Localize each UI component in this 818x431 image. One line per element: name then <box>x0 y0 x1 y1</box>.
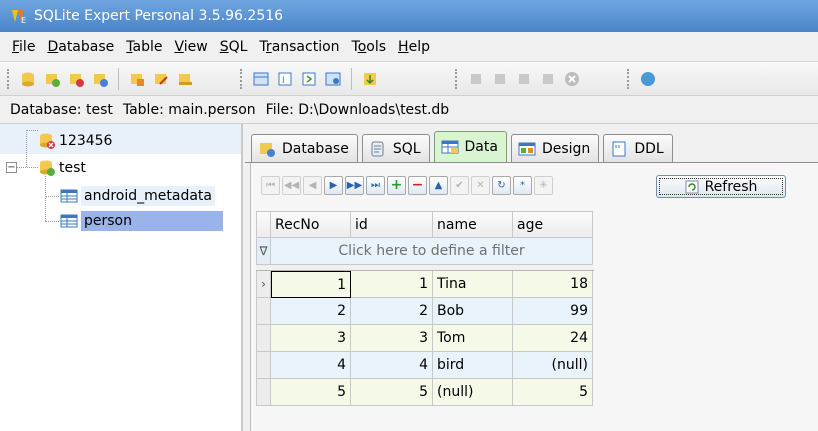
column-header-recno[interactable]: RecNo <box>271 211 351 238</box>
table-row[interactable]: 3 3 Tom 24 <box>256 325 593 352</box>
refresh-button[interactable]: Refresh <box>656 175 786 198</box>
info-file: File: D:\Downloads\test.db <box>265 101 450 118</box>
window-title: SQLite Expert Personal 3.5.96.2516 <box>34 8 284 24</box>
database-icon <box>258 140 276 158</box>
column-header-age[interactable]: age <box>513 211 593 238</box>
menu-database[interactable]: Database <box>47 39 114 55</box>
next-record-icon[interactable]: ▶ <box>324 175 343 195</box>
title-bar: E SQLite Expert Personal 3.5.96.2516 <box>0 0 818 32</box>
ddl-document-icon <box>610 140 628 158</box>
tab-ddl[interactable]: DDL <box>603 134 673 162</box>
prior-record-icon[interactable]: ◀ <box>303 175 322 195</box>
tab-database[interactable]: Database <box>251 134 358 162</box>
first-record-icon[interactable]: ⏮ <box>261 175 280 195</box>
next-page-icon[interactable]: ▶▶ <box>345 175 364 195</box>
new-database-icon[interactable] <box>18 69 38 89</box>
menu-sql[interactable]: SQL <box>220 39 248 55</box>
delete-record-icon[interactable]: − <box>408 175 427 195</box>
attach-database-icon[interactable] <box>42 69 62 89</box>
index-icon[interactable]: I <box>275 69 295 89</box>
database-error-icon <box>38 132 56 150</box>
tree-node-android-metadata[interactable]: android_metadata <box>60 184 215 208</box>
execute-line-icon[interactable] <box>490 69 510 89</box>
menu-table[interactable]: Table <box>126 39 162 55</box>
database-settings-icon[interactable] <box>90 69 110 89</box>
data-grid-icon <box>441 138 459 156</box>
info-database: Database: test <box>10 101 113 118</box>
database-info-bar: Database: test Table: main.person File: … <box>0 96 818 124</box>
table-icon <box>60 187 78 205</box>
main-toolbar: I <box>0 62 818 96</box>
new-table-icon[interactable] <box>127 69 147 89</box>
filter-icon: ∇ <box>256 238 271 265</box>
execute-sql-icon[interactable] <box>466 69 486 89</box>
table-row[interactable]: 4 4 bird (null) <box>256 352 593 379</box>
tab-data[interactable]: Data <box>433 131 507 162</box>
filter-hint[interactable]: Click here to define a filter <box>271 238 593 265</box>
cancel-icon[interactable] <box>562 69 582 89</box>
data-view: ⏮ ◀◀ ◀ ▶ ▶▶ ⏭ + − ▲ ✔ ✕ ↻ * ✳ Refresh Re… <box>250 163 818 431</box>
tab-sql[interactable]: SQL <box>361 134 430 162</box>
explain-icon[interactable] <box>514 69 534 89</box>
toolbar-grip-2[interactable] <box>240 68 246 89</box>
column-header-name[interactable]: name <box>433 211 513 238</box>
sql-script-icon <box>369 140 387 158</box>
menu-tools[interactable]: Tools <box>352 39 387 55</box>
database-tree: 123456 − test android_metadata person <box>0 124 243 431</box>
table-row[interactable]: › 1 1 Tina 18 <box>256 271 593 298</box>
grid-header: RecNo id name age <box>256 211 593 238</box>
menu-bar: File Database Table View SQL Transaction… <box>0 32 818 62</box>
tab-strip: Database SQL Data Design DDL <box>245 130 677 162</box>
menu-view[interactable]: View <box>174 39 207 55</box>
refresh-icon <box>685 180 699 194</box>
toolbar-separator <box>118 67 119 90</box>
info-table: Table: main.person <box>122 101 256 118</box>
clear-bookmark-icon[interactable]: ✳ <box>534 175 553 195</box>
current-row-icon: › <box>256 271 271 298</box>
main-panel: Database SQL Data Design DDL ⏮ ◀◀ ◀ ▶ ▶▶… <box>245 124 818 431</box>
help-icon[interactable] <box>638 69 658 89</box>
last-record-icon[interactable]: ⏭ <box>366 175 385 195</box>
toolbar-grip-4[interactable] <box>627 68 633 89</box>
database-open-icon <box>38 159 56 177</box>
tree-node-person[interactable]: person <box>60 209 223 233</box>
view-icon[interactable] <box>323 69 343 89</box>
import-icon[interactable] <box>360 69 380 89</box>
design-icon <box>518 140 536 158</box>
tree-node-123456[interactable]: 123456 <box>38 129 115 153</box>
svg-text:E: E <box>21 16 26 25</box>
column-header-id[interactable]: id <box>351 211 433 238</box>
post-edit-icon[interactable]: ✔ <box>450 175 469 195</box>
app-logo-icon: E <box>10 7 28 25</box>
table-row[interactable]: 2 2 Bob 99 <box>256 298 593 325</box>
edit-table-icon[interactable] <box>151 69 171 89</box>
tab-design[interactable]: Design <box>510 134 600 162</box>
toolbar-grip-3[interactable] <box>455 68 461 89</box>
svg-text:I: I <box>282 76 285 86</box>
toolbar-separator-2 <box>351 67 352 90</box>
toolbar-grip[interactable] <box>7 68 13 89</box>
data-navigator: ⏮ ◀◀ ◀ ▶ ▶▶ ⏭ + − ▲ ✔ ✕ ↻ * ✳ <box>261 173 555 197</box>
edit-record-icon[interactable]: ▲ <box>429 175 448 195</box>
menu-transaction[interactable]: Transaction <box>259 39 339 55</box>
trigger-icon[interactable] <box>299 69 319 89</box>
menu-help[interactable]: Help <box>398 39 430 55</box>
cancel-edit-icon[interactable]: ✕ <box>471 175 490 195</box>
tree-collapse-toggle[interactable]: − <box>6 162 17 173</box>
insert-record-icon[interactable]: + <box>387 175 406 195</box>
filter-row[interactable]: ∇ Click here to define a filter <box>256 238 593 265</box>
menu-file[interactable]: File <box>12 39 35 55</box>
commit-icon[interactable] <box>538 69 558 89</box>
table-icon <box>60 212 78 230</box>
table-grid-icon[interactable] <box>251 69 271 89</box>
refresh-records-icon[interactable]: ↻ <box>492 175 511 195</box>
prior-page-icon[interactable]: ◀◀ <box>282 175 301 195</box>
detach-database-icon[interactable] <box>66 69 86 89</box>
drop-table-icon[interactable] <box>175 69 195 89</box>
bookmark-icon[interactable]: * <box>513 175 532 195</box>
table-row[interactable]: 5 5 (null) 5 <box>256 379 593 406</box>
